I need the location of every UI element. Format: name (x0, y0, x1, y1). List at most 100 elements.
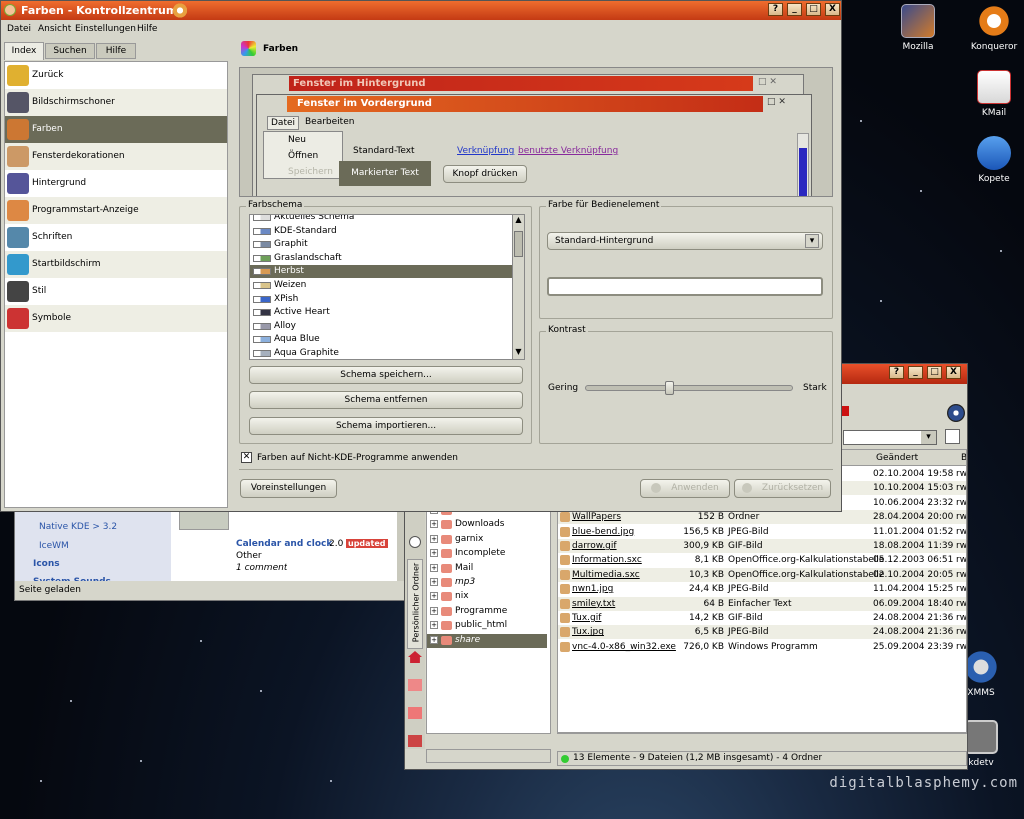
file-row[interactable]: darrow.gif 300,9 KB GIF-Bild 18.08.2004 11:… (558, 539, 966, 553)
menu-datei[interactable]: Datei (7, 24, 31, 34)
save-scheme-button[interactable]: Schema speichern... (249, 366, 523, 384)
tree-item[interactable]: + Programme (427, 605, 547, 619)
file-row[interactable]: smiley.txt 64 B Einfacher Text 06.09.2004 1… (558, 596, 966, 611)
maximize-button[interactable]: □ (806, 3, 821, 16)
nav-item-4[interactable]: Fensterdekorationen (5, 143, 227, 170)
scheme-item[interactable]: Aqua Blue (250, 333, 512, 346)
preview-visited-link[interactable]: benutzte Verknüpfung (518, 146, 618, 156)
desktop-icon-kopete[interactable]: Kopete (959, 136, 1024, 184)
expand-icon[interactable]: + (430, 549, 438, 558)
tree-item[interactable]: + garnix (427, 533, 547, 547)
file-row[interactable]: vnc-4.0-x86_win32.exe 726,0 KB Windows Pro… (558, 640, 966, 654)
scheme-item[interactable]: XPish (250, 293, 512, 306)
remove-scheme-button[interactable]: Schema entfernen (249, 391, 523, 409)
expand-icon[interactable]: + (430, 534, 438, 543)
tab-suchen[interactable]: Suchen (45, 43, 95, 59)
tab-index[interactable]: Index (4, 42, 44, 60)
sidebar-tab-home[interactable]: Persönlicher Ordner (407, 559, 423, 649)
expand-icon[interactable]: + (430, 592, 438, 601)
file-row[interactable]: blue-bend.jpg 156,5 KB JPEG-Bild 11.01.2004… (558, 525, 966, 539)
tree-item[interactable]: + share (427, 633, 547, 648)
import-scheme-button[interactable]: Schema importieren... (249, 417, 523, 435)
widget-color-select[interactable]: Standard-Hintergrund ▾ (547, 232, 823, 250)
konq-minimize-button[interactable]: _ (908, 366, 923, 379)
scheme-item[interactable]: Aktuelles Schema (250, 215, 512, 224)
preview-button[interactable]: Knopf drücken (443, 165, 527, 183)
nav-item-8[interactable]: Startbildschirm (5, 251, 227, 278)
tools-icon[interactable] (408, 735, 422, 747)
menu-ansicht[interactable]: Ansicht (38, 24, 71, 34)
column-header-permissions[interactable]: Be (961, 453, 966, 463)
expand-icon[interactable]: + (430, 606, 438, 615)
tab-hilfe[interactable]: Hilfe (96, 43, 136, 59)
apply-button[interactable]: Anwenden (640, 479, 730, 498)
preview-menu-datei[interactable]: Datei (267, 116, 300, 130)
menu-hilfe[interactable]: Hilfe (137, 24, 157, 34)
scheme-item[interactable]: Weizen (250, 279, 512, 292)
nav-item-6[interactable]: Programmstart-Anzeige (5, 197, 227, 224)
home-icon[interactable] (408, 651, 422, 663)
expand-icon[interactable]: + (430, 578, 438, 586)
expand-icon[interactable]: + (430, 520, 438, 529)
tree-item[interactable]: + nix (427, 590, 547, 604)
clock-icon[interactable] (409, 536, 421, 548)
preview-dropdown-speichern[interactable]: Speichern (288, 167, 333, 177)
menu-einstellungen[interactable]: Einstellungen (75, 24, 136, 34)
tree-item[interactable]: + public_html (427, 619, 547, 633)
nav-item-7[interactable]: Schriften (5, 224, 227, 251)
bookmark-icon[interactable] (408, 679, 422, 691)
preview-menu-bearbeiten[interactable]: Bearbeiten (305, 117, 354, 127)
column-header-modified[interactable]: Geändert (876, 453, 918, 463)
browser-link-system-sounds[interactable]: System Sounds (33, 577, 111, 581)
tree-item[interactable]: + Mail (427, 562, 547, 576)
file-row[interactable]: nwn1.jpg 24,4 KB JPEG-Bild 11.04.2004 15:25… (558, 582, 966, 596)
desktop-icon-kmail[interactable]: KMail (959, 70, 1024, 118)
tree-scrollbar[interactable] (426, 749, 551, 763)
tree-item[interactable]: + Incomplete (427, 547, 547, 561)
entry-comments[interactable]: 1 comment (236, 563, 287, 573)
services-icon[interactable] (408, 707, 422, 719)
konq-help-button[interactable]: ? (889, 366, 904, 379)
tree-item[interactable]: + mp3 (427, 576, 547, 590)
browser-link-native-kde[interactable]: Native KDE > 3.2 (39, 522, 117, 532)
reset-button[interactable]: Zurücksetzen (734, 479, 831, 498)
browser-link-icons[interactable]: Icons (33, 559, 60, 569)
clear-location-icon[interactable] (945, 429, 960, 444)
help-button[interactable]: ? (768, 3, 783, 16)
nav-item-2[interactable]: Bildschirmschoner (5, 89, 227, 116)
preview-scrollbar[interactable] (797, 133, 809, 196)
defaults-button[interactable]: Voreinstellungen (240, 479, 337, 498)
expand-icon[interactable]: + (430, 563, 438, 572)
nav-item-5[interactable]: Hintergrund (5, 170, 227, 197)
location-dropdown-icon[interactable]: ▾ (921, 431, 936, 444)
konq-maximize-button[interactable]: □ (927, 366, 942, 379)
nav-item-1[interactable]: Zurück (5, 62, 227, 89)
nav-item-9[interactable]: Stil (5, 278, 227, 305)
browser-link-icewm[interactable]: IceWM (39, 541, 69, 551)
color-swatch-button[interactable] (547, 277, 823, 296)
expand-icon[interactable]: + (430, 635, 438, 644)
desktop-icon-konqueror[interactable]: Konqueror (959, 4, 1024, 52)
contrast-slider[interactable] (585, 381, 793, 395)
expand-icon[interactable]: + (430, 621, 438, 630)
file-row[interactable]: Tux.gif 14,2 KB GIF-Bild 24.08.2004 21:36 rw (558, 611, 966, 625)
konq-close-button[interactable]: X (946, 366, 961, 379)
file-row[interactable]: Information.sxc 8,1 KB OpenOffice.org-Kalk… (558, 553, 966, 567)
scheme-item[interactable]: Aqua Graphite (250, 347, 512, 359)
file-row[interactable]: Multimedia.sxc 10,3 KB OpenOffice.org-Kalk… (558, 567, 966, 582)
scheme-item[interactable]: Active Heart (250, 306, 512, 319)
preview-dropdown-neu[interactable]: Neu (288, 135, 306, 145)
file-hscrollbar[interactable] (558, 732, 966, 733)
file-row[interactable]: Tux.jpg 6,5 KB JPEG-Bild 24.08.2004 21:36 rw (558, 625, 966, 640)
scheme-item[interactable]: Graphit (250, 238, 512, 251)
scheme-item[interactable]: Alloy (250, 320, 512, 333)
scheme-scrollbar[interactable]: ▲ ▼ (512, 214, 525, 360)
scheme-item[interactable]: KDE-Standard (250, 225, 512, 238)
nav-item-3[interactable]: Farben (5, 116, 227, 143)
contrast-slider-handle[interactable] (665, 381, 674, 395)
minimize-button[interactable]: _ (787, 3, 802, 16)
apply-nonkde-label[interactable]: Farben auf Nicht-KDE-Programme anwenden (257, 453, 458, 463)
scheme-item[interactable]: Herbst (250, 265, 512, 279)
file-row[interactable]: WallPapers 152 B Ordner 28.04.2004 20:00 rw (558, 510, 966, 525)
entry-title-link[interactable]: Calendar and clock (236, 539, 332, 549)
